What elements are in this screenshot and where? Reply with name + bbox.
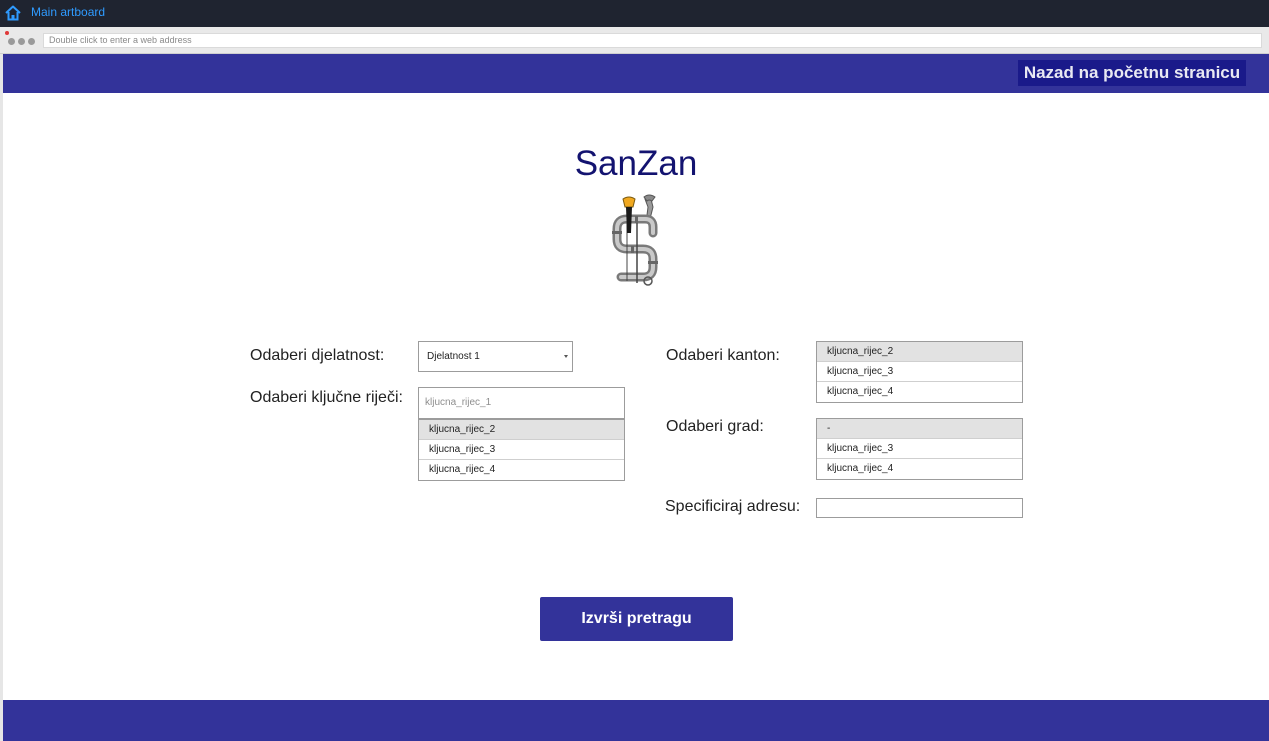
back-to-home-button[interactable]: Nazad na početnu stranicu: [1018, 60, 1246, 86]
home-icon[interactable]: [4, 4, 22, 22]
list-item[interactable]: kljucna_rijec_3: [817, 439, 1022, 459]
label-kljucne-rijeci: Odaberi ključne riječi:: [250, 389, 403, 406]
label-adresa: Specificiraj adresu:: [665, 498, 801, 515]
list-item[interactable]: kljucna_rijec_3: [419, 440, 624, 460]
footer-band: [3, 700, 1269, 741]
list-item[interactable]: kljucna_rijec_3: [817, 362, 1022, 382]
djelatnost-select[interactable]: Djelatnost 1: [418, 341, 573, 372]
address-bar[interactable]: Double click to enter a web address: [43, 33, 1262, 48]
list-item[interactable]: -: [817, 419, 1022, 439]
address-input[interactable]: [816, 498, 1023, 518]
list-item[interactable]: kljucna_rijec_4: [817, 459, 1022, 479]
window-dot[interactable]: [28, 38, 35, 45]
window-dot[interactable]: [18, 38, 25, 45]
record-indicator-icon: [5, 31, 9, 35]
app-topbar: Main artboard: [0, 0, 1269, 27]
djelatnost-selected-value: Djelatnost 1: [427, 351, 480, 362]
list-item[interactable]: kljucna_rijec_2: [419, 420, 624, 440]
artboard-title[interactable]: Main artboard: [31, 5, 105, 19]
keywords-input[interactable]: kljucna_rijec_1: [418, 387, 625, 419]
plumbing-pipes-logo-icon: [612, 194, 658, 286]
window-controls: [8, 38, 35, 45]
chevron-down-icon: [564, 355, 568, 358]
list-item[interactable]: kljucna_rijec_2: [817, 342, 1022, 362]
list-item[interactable]: kljucna_rijec_4: [419, 460, 624, 480]
list-item[interactable]: kljucna_rijec_4: [817, 382, 1022, 402]
window-dot[interactable]: [8, 38, 15, 45]
keywords-listbox: kljucna_rijec_2 kljucna_rijec_3 kljucna_…: [418, 419, 625, 481]
label-grad: Odaberi grad:: [666, 418, 764, 435]
grad-listbox: - kljucna_rijec_3 kljucna_rijec_4: [816, 418, 1023, 480]
label-djelatnost: Odaberi djelatnost:: [250, 347, 385, 364]
site-title: SanZan: [574, 144, 698, 183]
search-button[interactable]: Izvrši pretragu: [540, 597, 733, 641]
kanton-listbox: kljucna_rijec_2 kljucna_rijec_3 kljucna_…: [816, 341, 1023, 403]
label-kanton: Odaberi kanton:: [666, 347, 780, 364]
